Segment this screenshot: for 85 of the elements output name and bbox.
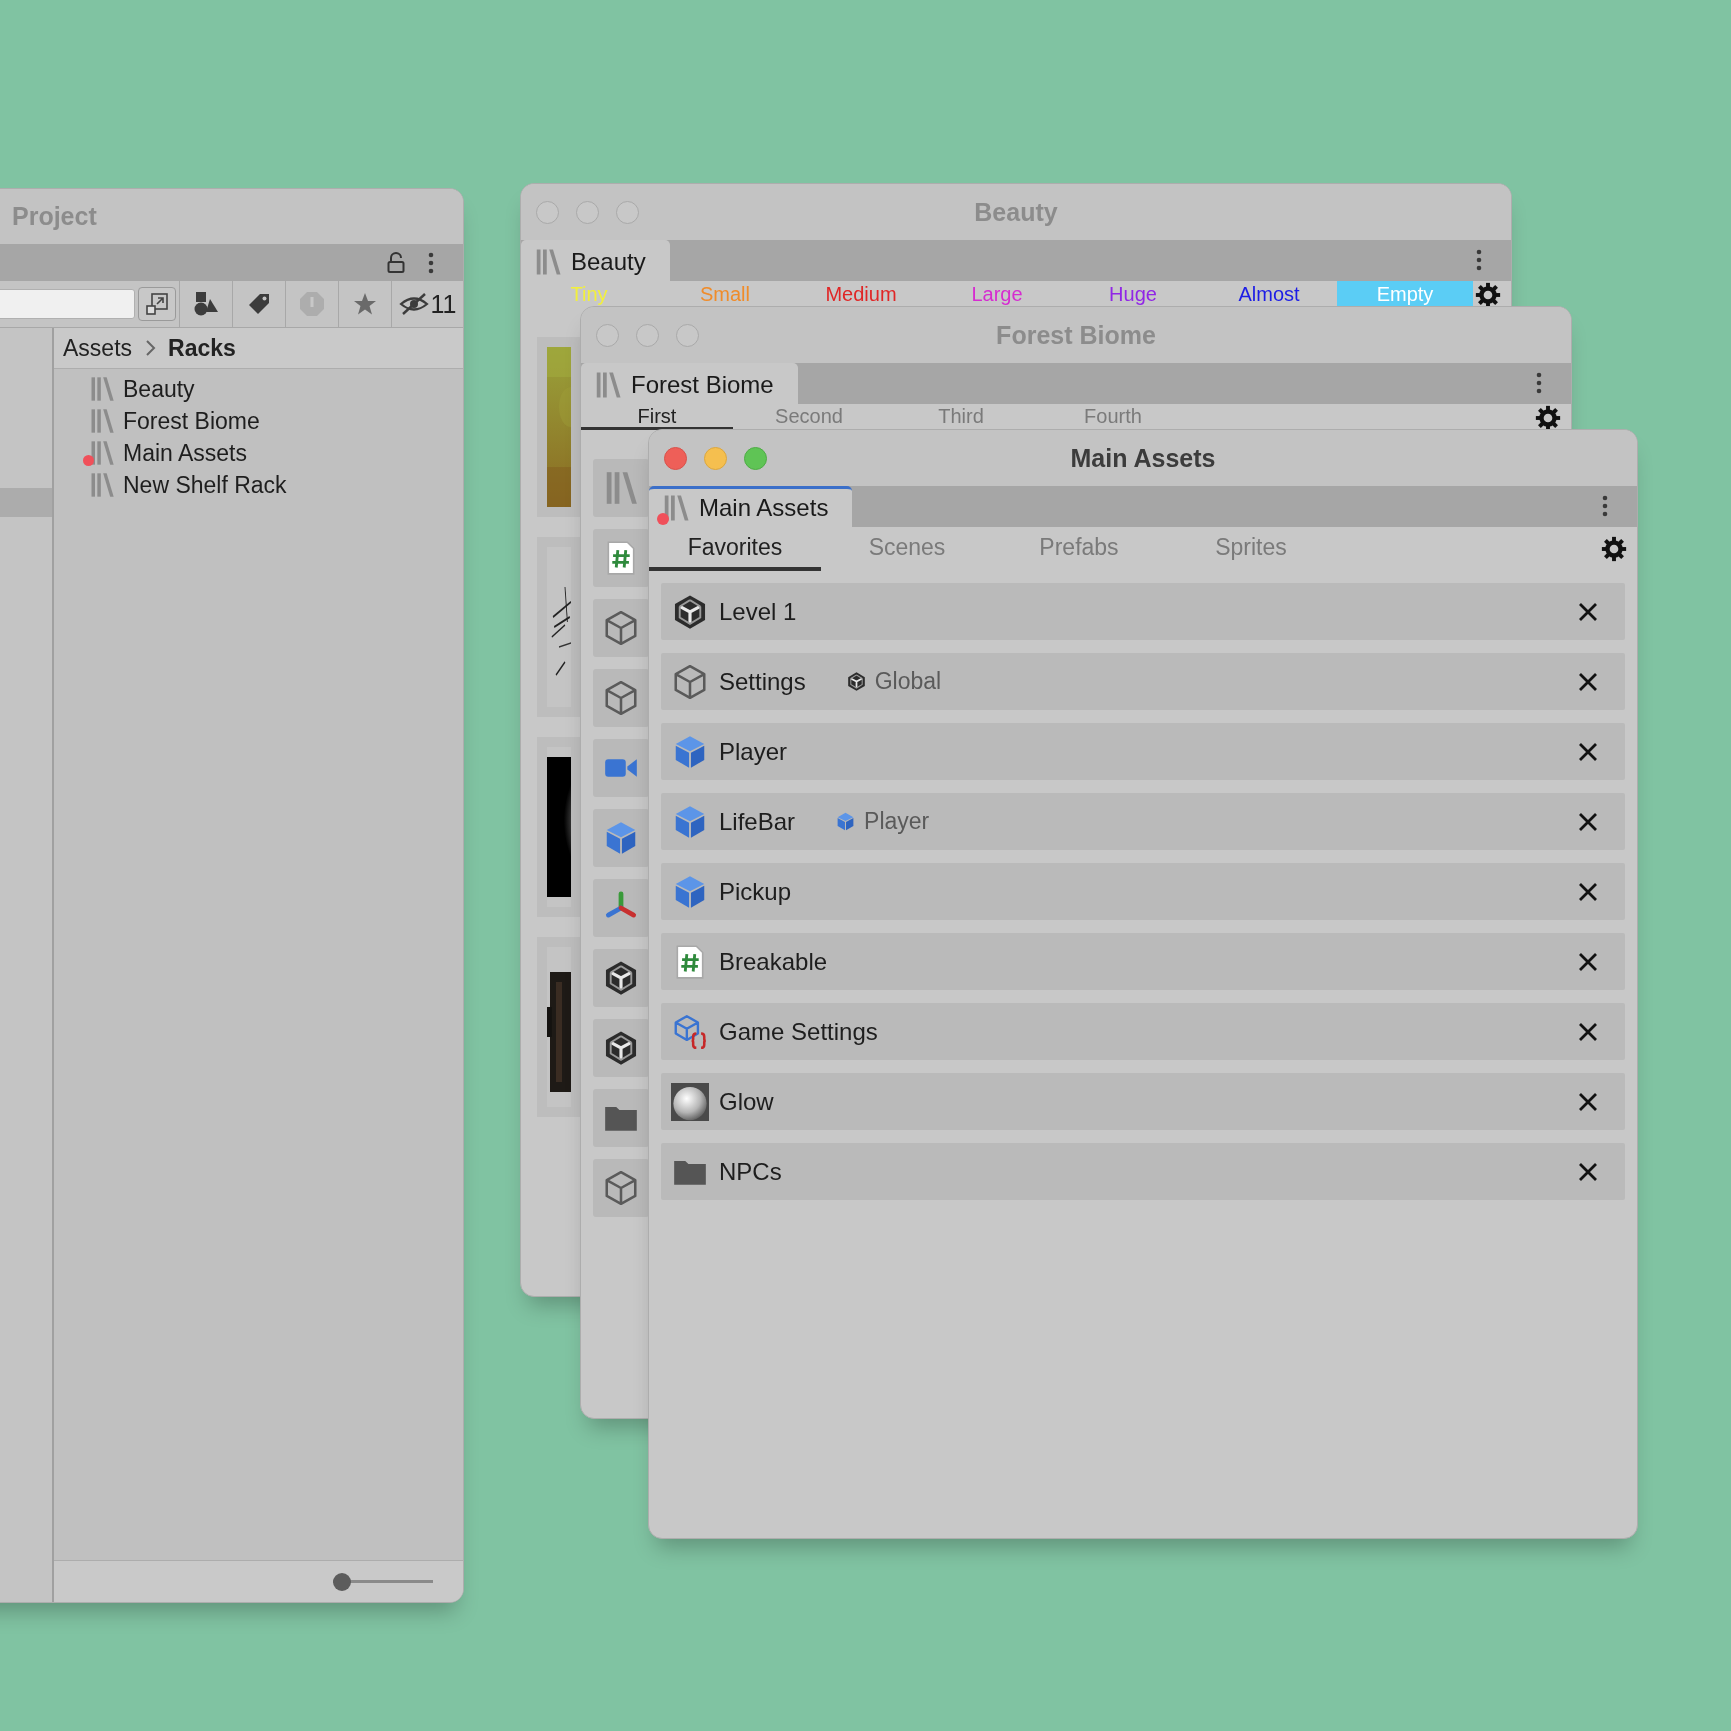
expand-window-icon	[144, 291, 170, 317]
breadcrumb-link[interactable]: Assets	[63, 334, 133, 362]
remove-button[interactable]	[1577, 810, 1599, 833]
remove-button[interactable]	[1577, 880, 1599, 903]
asset-tile[interactable]	[593, 739, 649, 797]
settings-icon[interactable]	[1601, 536, 1627, 562]
more-options-icon[interactable]	[427, 251, 435, 274]
asset-row[interactable]: Glow	[661, 1073, 1625, 1130]
more-options-icon[interactable]	[1601, 495, 1609, 517]
asset-name: Forest Biome	[123, 407, 260, 435]
window-tab[interactable]: Forest Biome	[581, 363, 798, 404]
asset-tile[interactable]	[593, 459, 649, 517]
remove-button[interactable]	[1577, 600, 1599, 623]
asset-row[interactable]: Game Settings	[661, 1003, 1625, 1060]
cube-outline-icon	[602, 1169, 640, 1207]
remove-button[interactable]	[1577, 1160, 1599, 1183]
asset-name: New Shelf Rack	[123, 471, 287, 499]
asset-tile[interactable]	[593, 809, 649, 867]
shapes-icon	[193, 291, 219, 317]
cube-outline-icon	[602, 679, 640, 717]
asset-list-item[interactable]: Main Assets	[80, 437, 463, 469]
thumbnail-card[interactable]	[537, 537, 581, 717]
window-tab[interactable]: Beauty	[521, 240, 670, 281]
cube-logo-icon	[845, 671, 867, 692]
asset-name: Pickup	[719, 877, 792, 906]
window-tab[interactable]: Main Assets	[649, 486, 853, 527]
asset-tile[interactable]	[593, 669, 649, 727]
asset-name: Settings	[719, 667, 806, 696]
cube-outline-icon	[671, 662, 709, 701]
thumbnail-card[interactable]	[537, 737, 581, 917]
asset-row[interactable]: Pickup	[661, 863, 1625, 920]
asset-tile[interactable]	[593, 599, 649, 657]
remove-button[interactable]	[1577, 950, 1599, 973]
size-tab[interactable]: Almost	[1201, 281, 1337, 307]
asset-tile[interactable]	[593, 949, 649, 1007]
thumbnail-card[interactable]	[537, 337, 581, 517]
asset-tile[interactable]	[593, 1019, 649, 1077]
star-icon	[353, 292, 377, 316]
cube-outline-icon	[602, 609, 640, 647]
asset-row[interactable]: Breakable	[661, 933, 1625, 990]
asset-tile[interactable]	[593, 879, 649, 937]
asset-tile[interactable]	[593, 1159, 649, 1217]
asset-list-item[interactable]: Beauty	[80, 373, 463, 405]
thumbnail-card[interactable]	[537, 937, 581, 1117]
asset-name: Player	[719, 737, 788, 766]
octagon-icon	[299, 291, 325, 317]
asset-row[interactable]: LifeBar Player	[661, 793, 1625, 850]
breadcrumb-link[interactable]: Racks	[168, 334, 236, 362]
asset-tile[interactable]	[593, 1089, 649, 1147]
asset-name: Breakable	[719, 947, 828, 976]
remove-button[interactable]	[1577, 1020, 1599, 1043]
asset-tile[interactable]	[593, 529, 649, 587]
more-options-icon[interactable]	[1535, 372, 1543, 394]
tag-icon	[247, 292, 271, 316]
asset-list-item[interactable]: Forest Biome	[80, 405, 463, 437]
asset-name: Main Assets	[123, 439, 247, 467]
window-title: Main Assets	[1070, 443, 1216, 473]
settings-icon[interactable]	[1535, 405, 1561, 431]
close-window-button[interactable]	[664, 447, 687, 470]
asset-name: Glow	[719, 1087, 774, 1116]
asset-name: LifeBar	[719, 807, 796, 836]
remove-button[interactable]	[1577, 1090, 1599, 1113]
asset-name: Level 1	[719, 597, 797, 626]
eye-slash-icon	[398, 292, 429, 316]
hidden-count-button[interactable]: 11	[391, 281, 463, 327]
asset-name: NPCs	[719, 1157, 782, 1186]
settings-icon[interactable]	[1475, 282, 1501, 308]
context-label: Player	[864, 808, 930, 835]
asset-row[interactable]: Player	[661, 723, 1625, 780]
search-window-button[interactable]	[138, 287, 176, 321]
asset-name: Beauty	[123, 375, 195, 403]
asset-row[interactable]: NPCs	[661, 1143, 1625, 1200]
asset-name: Game Settings	[719, 1017, 878, 1046]
asset-row[interactable]: Settings Global	[661, 653, 1625, 710]
remove-button[interactable]	[1577, 670, 1599, 693]
rack-tab[interactable]: Favorites	[649, 527, 821, 571]
more-options-icon[interactable]	[1475, 249, 1483, 271]
context-label: Global	[874, 668, 942, 695]
search-field[interactable]	[0, 289, 135, 319]
remove-button[interactable]	[1577, 740, 1599, 763]
lock-icon[interactable]	[387, 251, 405, 274]
asset-row[interactable]: Level 1	[661, 583, 1625, 640]
slider-thumb[interactable]	[333, 1572, 351, 1591]
asset-list-item[interactable]: New Shelf Rack	[80, 469, 463, 501]
chevron-right-icon	[144, 339, 157, 357]
